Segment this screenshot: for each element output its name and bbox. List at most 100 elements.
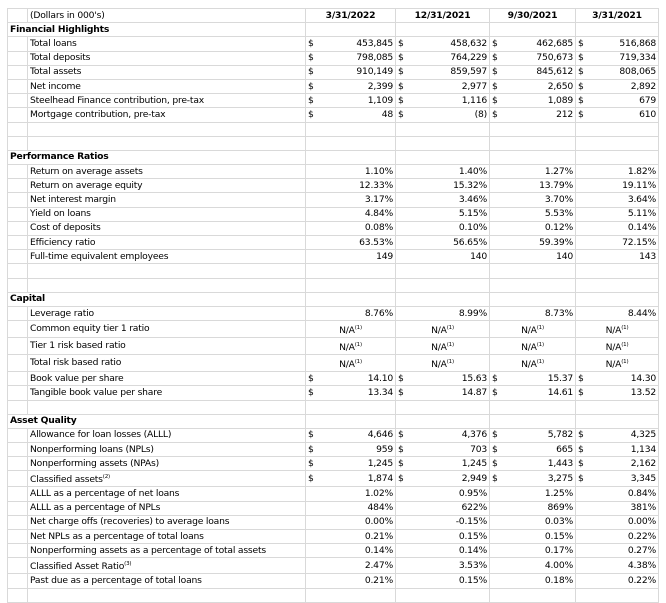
footnote-marker: (1) (354, 324, 362, 331)
table-row: Net interest margin 3.17% 3.46% 3.70% 3.64% (7, 192, 659, 208)
section-header-row: Performance Ratios (7, 149, 659, 166)
row-label-text: Return on average assets (30, 165, 143, 177)
value-cell: 149 (305, 249, 396, 265)
currency-symbol: $ (575, 442, 590, 458)
na-cell: N/A(1) (305, 337, 396, 356)
row-label-text: Tangible book value per share (30, 386, 163, 398)
footnote-marker: (1) (621, 324, 629, 331)
value-cell: 381% (575, 500, 659, 516)
table-row: Net NPLs as a percentage of total loans 0… (7, 528, 659, 545)
value-cell: 665 (503, 442, 576, 458)
section-title: Financial Highlights (7, 22, 306, 38)
row-label-text: Net interest margin (30, 194, 116, 206)
section-header-row: Capital (7, 291, 659, 307)
value-cell: 14.30 (589, 371, 659, 387)
na-value: N/A (605, 324, 622, 336)
value-cell: 0.27% (575, 543, 659, 559)
row-label: Steelhead Finance contribution, pre-tax (27, 93, 306, 109)
row-label: Allowance for loan losses (ALLL) (27, 427, 306, 444)
value-cell: 3.64% (575, 192, 659, 208)
table-row: Total risk based ratio N/A(1) N/A(1) N/A(1)… (7, 354, 659, 373)
value-cell: 5.15% (395, 206, 490, 222)
currency-symbol: $ (489, 36, 504, 52)
value-cell: 0.15% (395, 528, 490, 545)
row-label: Nonperforming assets (NPAs) (27, 456, 306, 472)
currency-symbol: $ (575, 107, 590, 123)
na-value: N/A (431, 358, 447, 370)
header-row: (Dollars in 000's) 3/31/2022 12/31/2021 … (7, 7, 659, 24)
currency-symbol: $ (305, 456, 320, 472)
table-row: Yield on loans 4.84% 5.15% 5.53% 5.11% (7, 206, 659, 222)
value-cell: 750,673 (503, 50, 576, 66)
value-cell: 1,109 (319, 93, 396, 109)
value-cell: 56.65% (395, 234, 490, 251)
table-row: Nonperforming assets (NPAs) $1,245 $1,245 $… (7, 456, 659, 472)
value-cell: 0.12% (489, 220, 576, 237)
value-cell: 5.11% (575, 206, 659, 222)
row-label: Net interest margin (27, 192, 306, 208)
na-value: N/A (521, 358, 537, 370)
row-label: Common equity tier 1 ratio (27, 320, 306, 339)
financial-summary-table: (Dollars in 000's) 3/31/2022 12/31/2021 … (7, 7, 659, 603)
row-label-text: Nonperforming assets (NPAs) (30, 457, 159, 469)
spacer-row (7, 277, 659, 293)
footnote-marker: (2) (102, 474, 110, 481)
value-cell: 14.87 (409, 385, 490, 401)
value-cell: 4,376 (409, 427, 490, 444)
currency-symbol: $ (575, 371, 590, 387)
row-label-text: Cost of deposits (30, 222, 101, 234)
na-cell: N/A(1) (489, 337, 576, 356)
value-cell: 1,116 (409, 93, 490, 109)
value-cell: 1,245 (319, 456, 396, 472)
value-cell: 13.79% (489, 178, 576, 194)
currency-symbol: $ (395, 456, 410, 472)
currency-symbol: $ (489, 64, 504, 80)
value-cell: 8.44% (575, 305, 659, 322)
value-cell: 13.34 (319, 385, 396, 401)
value-cell: 859,597 (409, 64, 490, 80)
footnote-marker: (1) (536, 324, 544, 331)
value-cell: 4,325 (589, 427, 659, 444)
row-label: ALLL as a percentage of NPLs (27, 500, 306, 516)
value-cell: 0.08% (305, 220, 396, 237)
value-cell: 0.03% (489, 514, 576, 531)
value-cell: 484% (305, 500, 396, 516)
section-title: Performance Ratios (7, 149, 306, 166)
value-cell: 0.95% (395, 486, 490, 502)
currency-symbol: $ (395, 36, 410, 52)
row-label: Tangible book value per share (27, 385, 306, 401)
value-cell: 798,085 (319, 50, 396, 66)
value-cell: 622% (395, 500, 490, 516)
section-header-row: Asset Quality (7, 413, 659, 429)
currency-symbol: $ (489, 107, 504, 123)
table-row: Full-time equivalent employees 149 140 140 1… (7, 249, 659, 265)
period-header: 3/31/2021 (575, 7, 659, 24)
currency-symbol: $ (489, 442, 504, 458)
na-cell: N/A(1) (575, 320, 659, 339)
currency-symbol: $ (395, 50, 410, 66)
currency-symbol: $ (489, 470, 504, 488)
section-title: Asset Quality (7, 413, 306, 429)
currency-symbol: $ (395, 64, 410, 80)
row-label-text: Nonperforming loans (NPLs) (30, 443, 154, 455)
currency-symbol: $ (305, 50, 320, 66)
value-cell: 1,245 (409, 456, 490, 472)
row-label: Net income (27, 78, 306, 95)
footnote-marker: (1) (536, 358, 544, 365)
value-cell: 1.25% (489, 486, 576, 502)
value-cell: 458,632 (409, 36, 490, 52)
row-label-text: Allowance for loan losses (ALLL) (30, 429, 172, 441)
value-cell: 2,949 (409, 470, 490, 488)
footnote-marker: (3) (124, 561, 132, 568)
footnote-marker: (1) (621, 341, 629, 348)
currency-symbol: $ (575, 385, 590, 401)
table-row: Net income $2,399 $2,977 $2,650 $2,892 (7, 78, 659, 95)
value-cell: 1,874 (319, 470, 396, 488)
table-row: Classified assets(2) $1,874 $2,949 $3,275 $3… (7, 470, 659, 488)
table-row: ALLL as a percentage of net loans 1.02% 0.… (7, 486, 659, 502)
value-cell: 8.99% (395, 305, 490, 322)
value-cell: 140 (395, 249, 490, 265)
value-cell: 0.18% (489, 573, 576, 589)
value-cell: 2,892 (589, 78, 659, 95)
na-value: N/A (605, 341, 622, 353)
